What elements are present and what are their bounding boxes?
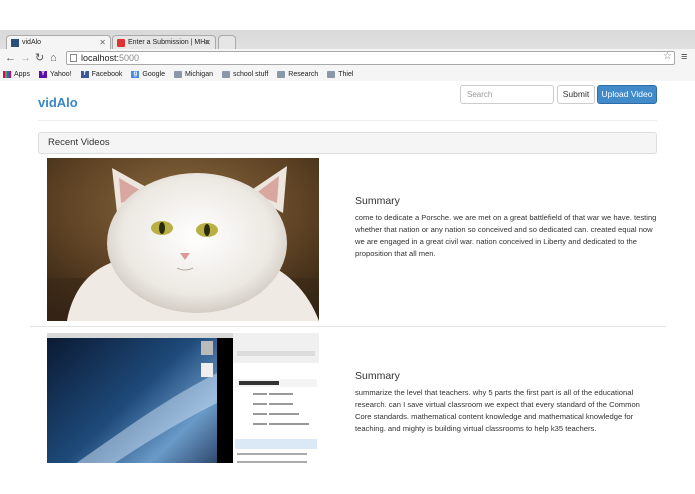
close-tab-icon[interactable]: ✕ [204,38,211,47]
new-tab-button[interactable] [218,35,236,49]
folder-icon [173,70,182,78]
bookmark-google[interactable]: g Google [131,70,165,78]
bookmark-label: school stuff [232,70,269,78]
summary-title: Summary [355,195,400,207]
summary-text: come to dedicate a Porsche. we are met o… [355,213,657,258]
screen-bottom-margin [0,463,695,494]
screencast-video-thumbnail[interactable] [47,333,319,463]
screen-top-margin [0,0,695,30]
facebook-icon: f [80,70,89,78]
tab-title: Enter a Submission | MHa [128,39,210,46]
close-tab-icon[interactable]: ✕ [99,38,106,47]
bookmark-label: Apps [14,70,30,78]
summary-text: summarize the level that teachers. why 5… [355,388,640,433]
forward-arrow-icon[interactable]: → [20,51,31,65]
bookmark-label: Google [142,70,165,78]
bookmark-michigan[interactable]: Michigan [173,70,213,78]
search-submit-button[interactable]: Submit [557,85,595,104]
bookmark-research[interactable]: Research [277,70,319,78]
recent-videos-heading: Recent Videos [38,132,657,154]
folder-icon [327,70,336,78]
bookmark-apps[interactable]: Apps [3,70,30,78]
bookmark-school-stuff[interactable]: school stuff [221,70,269,78]
bookmark-facebook[interactable]: f Facebook [80,70,123,78]
browser-toolbar: ← → ↻ ⌂ localhost:5000 ☆ ≡ [0,49,695,67]
search-input[interactable] [460,85,554,104]
bookmark-thiel[interactable]: Thiel [327,70,354,78]
back-arrow-icon[interactable]: ← [5,51,16,65]
tab-strip: vidAlo ✕ Enter a Submission | MHa ✕ [0,30,695,49]
bookmark-label: Michigan [184,70,213,78]
folder-icon [221,70,230,78]
video-divider [30,326,666,327]
home-icon[interactable]: ⌂ [50,51,57,65]
tab-title: vidAlo [22,39,42,46]
tab-vidalo[interactable]: vidAlo ✕ [6,35,111,49]
url-host: localhost: [81,53,120,63]
devpost-favicon-icon [117,38,125,47]
page-content: vidAlo Submit Upload Video Recent Videos [0,82,695,463]
brand-logo[interactable]: vidAlo [38,95,78,110]
google-icon: g [131,70,140,78]
summary-title: Summary [355,370,400,382]
upload-video-button[interactable]: Upload Video [597,85,657,104]
bookmark-yahoo[interactable]: Y Yahoo! [38,70,72,78]
bookmark-label: Facebook [91,70,123,78]
folder-icon [277,70,286,78]
screencast-image [47,333,319,463]
menu-icon[interactable]: ≡ [681,51,687,63]
page-icon [70,54,77,62]
bookmark-label: Yahoo! [49,70,72,78]
url-port: 5000 [119,53,140,63]
tab-submission[interactable]: Enter a Submission | MHa ✕ [112,35,216,49]
bookmark-star-icon[interactable]: ☆ [663,51,672,63]
page-favicon-icon [11,38,19,47]
reload-icon[interactable]: ↻ [35,51,44,65]
address-bar[interactable]: localhost:5000 ☆ [66,51,675,65]
cat-image [47,158,319,321]
cat-video-thumbnail[interactable] [47,158,319,321]
browser-chrome: vidAlo ✕ Enter a Submission | MHa ✕ ← → … [0,30,695,81]
bookmark-label: Thiel [338,70,354,78]
navbar-divider [38,120,657,121]
bookmark-label: Research [288,70,319,78]
apps-icon [3,70,11,78]
bookmarks-bar: Apps Y Yahoo! f Facebook g Google Michigan … [0,67,695,81]
yahoo-icon: Y [38,70,47,78]
